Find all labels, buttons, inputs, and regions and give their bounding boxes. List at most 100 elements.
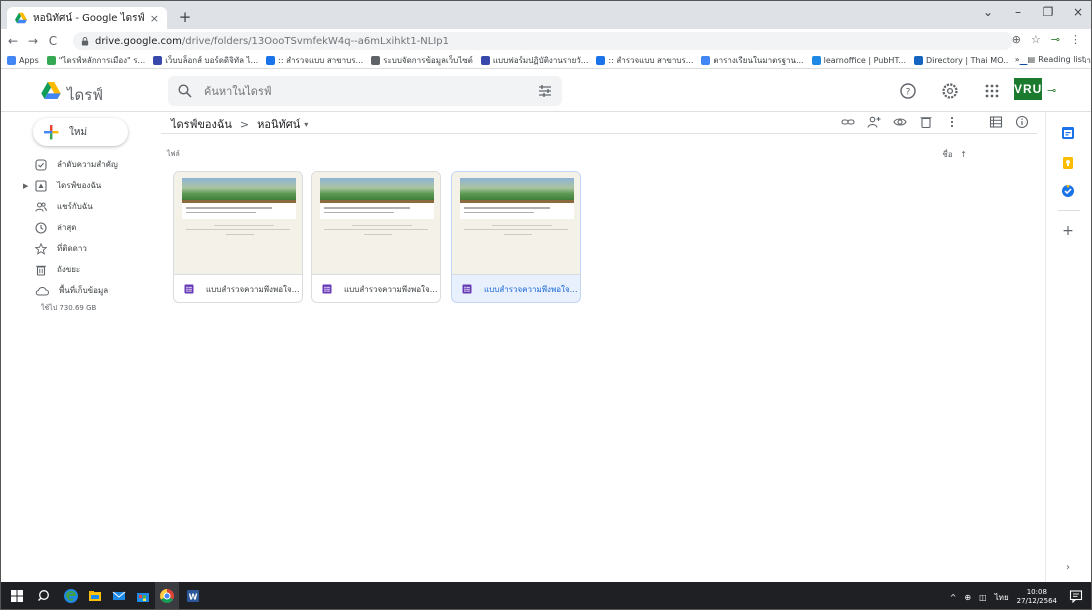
search-bar[interactable] bbox=[168, 76, 562, 106]
sidebar-item-priority[interactable]: ลำดับความสำคัญ bbox=[1, 154, 161, 175]
sort-control[interactable]: ชื่อ ↑ bbox=[942, 148, 967, 161]
tab-drive[interactable]: หอนิทัศน์ - Google ไดรฟ์ × bbox=[7, 7, 167, 29]
reload-button[interactable]: C bbox=[45, 34, 61, 48]
more-vert-icon[interactable] bbox=[945, 115, 959, 129]
sidebar-item-trash[interactable]: ถังขยะ bbox=[1, 259, 161, 280]
network-icon[interactable]: ⊕ bbox=[964, 593, 971, 602]
window-controls: ⌄ – ❐ × bbox=[981, 5, 1085, 19]
tasks-icon[interactable] bbox=[1061, 184, 1075, 198]
browser-menu-icon[interactable]: ⋮ bbox=[1070, 33, 1081, 46]
bookmark-item[interactable]: เว็บบล็อกส์ บอร์ดดิจิทัล ไ... bbox=[153, 54, 258, 67]
bookmark-label: learnoffice | PubHT... bbox=[823, 56, 907, 65]
thumbnail-header-image bbox=[460, 178, 574, 200]
extension-icon[interactable]: ⊸ bbox=[1051, 33, 1060, 46]
mail-icon[interactable] bbox=[111, 588, 127, 604]
tab-close-icon[interactable]: × bbox=[150, 12, 159, 25]
tray-expand-icon[interactable]: ^ bbox=[950, 593, 957, 602]
volume-icon[interactable]: ◫ bbox=[979, 593, 987, 602]
search-icon[interactable] bbox=[178, 84, 192, 98]
file-card[interactable]: แบบสำรวจความพึงพอใจ โครง... bbox=[173, 171, 303, 303]
apps-grid-icon[interactable] bbox=[983, 82, 1001, 100]
url-path: /drive/folders/13OooTSvmfekW4q--a6mLxihk… bbox=[181, 35, 449, 47]
forward-button[interactable]: → bbox=[25, 34, 41, 48]
close-window-button[interactable]: × bbox=[1071, 5, 1085, 19]
svg-text:W: W bbox=[189, 593, 198, 602]
edge-browser-icon[interactable] bbox=[63, 588, 79, 604]
expand-panel-icon[interactable]: › bbox=[1061, 562, 1075, 576]
tab-search-icon[interactable]: ⌄ bbox=[981, 5, 995, 19]
bookmark-item[interactable]: learnoffice | PubHT... bbox=[811, 56, 907, 65]
drive-logo-icon[interactable] bbox=[41, 82, 61, 99]
sidebar-item-my-drive[interactable]: ▶ ไดรฟ์ของฉัน bbox=[1, 175, 161, 196]
drive-favicon-icon bbox=[15, 12, 27, 24]
bookmark-star-icon[interactable]: ☆ bbox=[1031, 33, 1041, 46]
chevron-down-icon[interactable]: ▾ bbox=[304, 120, 308, 129]
keep-icon[interactable] bbox=[1061, 156, 1075, 170]
sidebar-item-shared[interactable]: แชร์กับฉัน bbox=[1, 196, 161, 217]
action-spacer bbox=[971, 115, 977, 129]
bookmark-item[interactable]: :: สำรวจแบบ สาขาบร... bbox=[266, 54, 363, 67]
info-icon[interactable] bbox=[1015, 115, 1029, 129]
bookmark-item[interactable]: ระบบจัดการข้อมูลเว็บไซต์ bbox=[371, 54, 473, 67]
sidebar-item-starred[interactable]: ที่ติดดาว bbox=[1, 238, 161, 259]
thumbnail-line bbox=[186, 212, 256, 213]
word-icon[interactable]: W bbox=[185, 588, 201, 604]
chrome-taskbar-active[interactable] bbox=[155, 582, 179, 609]
breadcrumb: ไดรฟ์ของฉัน > หอนิทัศน์ ▾ bbox=[171, 115, 308, 133]
minimize-button[interactable]: – bbox=[1011, 5, 1025, 19]
system-tray: ^ ⊕ ◫ ไทย 10:08 27/12/2564 bbox=[950, 588, 1057, 606]
share-page-icon[interactable]: ⊕ bbox=[1012, 33, 1021, 46]
breadcrumb-current[interactable]: หอนิทัศน์ bbox=[257, 115, 300, 133]
search-options-icon[interactable] bbox=[538, 84, 552, 98]
windows-taskbar: W ^ ⊕ ◫ ไทย 10:08 27/12/2564 bbox=[1, 582, 1091, 609]
store-icon[interactable] bbox=[135, 588, 151, 604]
browser-window: หอนิทัศน์ - Google ไดรฟ์ × + ⌄ – ❐ × ← →… bbox=[0, 0, 1092, 610]
calendar-icon[interactable] bbox=[1061, 126, 1075, 140]
shared-icon bbox=[35, 201, 47, 212]
bookmark-item[interactable]: แบบฟอร์มปฏิบัติงานรายวั... bbox=[480, 54, 588, 67]
settings-gear-icon[interactable] bbox=[941, 82, 959, 100]
link-icon[interactable] bbox=[841, 115, 855, 129]
restore-button[interactable]: ❐ bbox=[1041, 5, 1055, 19]
system-clock[interactable]: 10:08 27/12/2564 bbox=[1017, 588, 1057, 606]
bookmark-item[interactable]: :: สำรวจแบบ สาขาบร... bbox=[596, 54, 693, 67]
sidebar-item-label: ไดรฟ์ของฉัน bbox=[57, 181, 102, 190]
bookmark-item[interactable]: "ไดรฟ์หลักการเมือง" ร... bbox=[46, 54, 145, 67]
thumbnail-line bbox=[324, 212, 394, 213]
bookmark-item[interactable]: Directory | Thai MO... bbox=[914, 56, 1011, 65]
help-icon[interactable]: ? bbox=[899, 82, 917, 100]
taskbar-search-icon[interactable] bbox=[37, 588, 53, 604]
url-host: drive.google.com bbox=[95, 35, 182, 47]
add-addon-icon[interactable]: + bbox=[1061, 224, 1075, 238]
new-button[interactable]: ใหม่ bbox=[33, 118, 128, 146]
vru-brand-logo[interactable]: VRU bbox=[1014, 78, 1042, 100]
breadcrumb-root[interactable]: ไดรฟ์ของฉัน bbox=[171, 115, 232, 133]
add-person-icon[interactable] bbox=[867, 115, 881, 129]
expand-caret-icon[interactable]: ▶ bbox=[23, 182, 28, 190]
sidebar-item-storage[interactable]: พื้นที่เก็บข้อมูล bbox=[35, 284, 108, 297]
reading-list-icon[interactable]: ▤ bbox=[1028, 55, 1036, 64]
reading-list-label[interactable]: Reading list bbox=[1038, 55, 1085, 64]
list-view-icon[interactable] bbox=[989, 115, 1003, 129]
more-bookmarks-icon[interactable]: » bbox=[1015, 55, 1020, 64]
search-input[interactable] bbox=[204, 84, 538, 98]
address-bar[interactable]: drive.google.com /drive/folders/13OooTSv… bbox=[73, 32, 1013, 50]
trash-icon[interactable] bbox=[919, 115, 933, 129]
bookmark-item[interactable]: ตารางเรียนในมาตรฐาน... bbox=[701, 54, 804, 67]
new-tab-button[interactable]: + bbox=[175, 7, 195, 27]
input-language[interactable]: ไทย bbox=[995, 591, 1009, 604]
sidebar-item-recent[interactable]: ล่าสุด bbox=[1, 217, 161, 238]
bookmark-favicon-icon bbox=[596, 56, 606, 65]
lock-icon bbox=[81, 36, 89, 46]
notification-icon[interactable] bbox=[1069, 589, 1083, 603]
windows-start-icon[interactable] bbox=[9, 588, 25, 604]
file-explorer-icon[interactable] bbox=[87, 588, 103, 604]
file-card[interactable]: แบบสำรวจความพึงพอใจ หอนิ... bbox=[311, 171, 441, 303]
back-button[interactable]: ← bbox=[5, 34, 21, 48]
preview-eye-icon[interactable] bbox=[893, 115, 907, 129]
account-avatar-icon[interactable]: ⊸ bbox=[1047, 84, 1056, 97]
drive-app-name[interactable]: ไดรฟ์ bbox=[67, 83, 103, 107]
file-card[interactable]: แบบสำรวจความพึงพอใจ หอนิ... bbox=[451, 171, 581, 303]
bookmark-item[interactable]: Apps bbox=[7, 56, 39, 65]
sort-arrow-icon[interactable]: ↑ bbox=[960, 150, 967, 159]
